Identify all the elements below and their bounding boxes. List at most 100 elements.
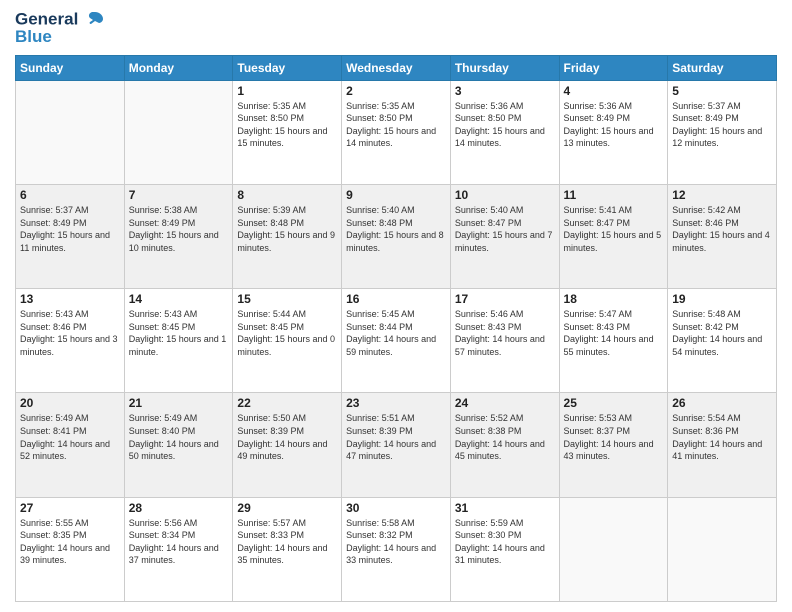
calendar-cell: 8Sunrise: 5:39 AMSunset: 8:48 PMDaylight… (233, 184, 342, 288)
cell-info: Sunrise: 5:52 AMSunset: 8:38 PMDaylight:… (455, 412, 555, 462)
calendar-cell: 18 Sunrise: 5:47 AMSunset: 8:43 PMDayligh… (559, 289, 668, 393)
day-number: 19 (672, 292, 772, 306)
day-number: 6 (20, 188, 120, 202)
calendar-header-monday: Monday (124, 55, 233, 80)
header: General Blue (15, 10, 777, 47)
day-number: 31 (455, 501, 555, 515)
day-number: 3 (455, 84, 555, 98)
cell-info: Sunrise: 5:47 AMSunset: 8:43 PMDaylight:… (564, 308, 664, 358)
calendar-cell: 10Sunrise: 5:40 AMSunset: 8:47 PMDayligh… (450, 184, 559, 288)
calendar-cell: 14 Sunrise: 5:43 AMSunset: 8:45 PMDayligh… (124, 289, 233, 393)
calendar-cell: 22 Sunrise: 5:50 AMSunset: 8:39 PMDayligh… (233, 393, 342, 497)
day-number: 28 (129, 501, 229, 515)
calendar-cell: 9 Sunrise: 5:40 AMSunset: 8:48 PMDaylight… (342, 184, 451, 288)
calendar-cell: 2 Sunrise: 5:35 AMSunset: 8:50 PMDaylight… (342, 80, 451, 184)
cell-info: Sunrise: 5:53 AMSunset: 8:37 PMDaylight:… (564, 412, 664, 462)
calendar-cell: 19 Sunrise: 5:48 AMSunset: 8:42 PMDayligh… (668, 289, 777, 393)
calendar-cell: 7Sunrise: 5:38 AMSunset: 8:49 PMDaylight… (124, 184, 233, 288)
calendar-header-tuesday: Tuesday (233, 55, 342, 80)
day-number: 5 (672, 84, 772, 98)
cell-info: Sunrise: 5:50 AMSunset: 8:39 PMDaylight:… (237, 412, 337, 462)
cell-info: Sunrise: 5:39 AMSunset: 8:48 PMDaylight:… (237, 204, 337, 254)
cell-info: Sunrise: 5:43 AMSunset: 8:46 PMDaylight:… (20, 308, 120, 358)
cell-info: Sunrise: 5:37 AMSunset: 8:49 PMDaylight:… (672, 100, 772, 150)
day-number: 2 (346, 84, 446, 98)
day-number: 18 (564, 292, 664, 306)
calendar-table: SundayMondayTuesdayWednesdayThursdayFrid… (15, 55, 777, 602)
cell-info: Sunrise: 5:51 AMSunset: 8:39 PMDaylight:… (346, 412, 446, 462)
calendar-header-sunday: Sunday (16, 55, 125, 80)
cell-info: Sunrise: 5:42 AMSunset: 8:46 PMDaylight:… (672, 204, 772, 254)
calendar-cell: 15 Sunrise: 5:44 AMSunset: 8:45 PMDayligh… (233, 289, 342, 393)
day-number: 21 (129, 396, 229, 410)
calendar-header-row: SundayMondayTuesdayWednesdayThursdayFrid… (16, 55, 777, 80)
day-number: 30 (346, 501, 446, 515)
day-number: 4 (564, 84, 664, 98)
calendar-cell: 29 Sunrise: 5:57 AMSunset: 8:33 PMDayligh… (233, 497, 342, 601)
calendar-week-row: 13 Sunrise: 5:43 AMSunset: 8:46 PMDayligh… (16, 289, 777, 393)
calendar-cell: 21 Sunrise: 5:49 AMSunset: 8:40 PMDayligh… (124, 393, 233, 497)
day-number: 1 (237, 84, 337, 98)
day-number: 22 (237, 396, 337, 410)
calendar-cell: 17 Sunrise: 5:46 AMSunset: 8:43 PMDayligh… (450, 289, 559, 393)
calendar-cell (124, 80, 233, 184)
logo-bird-icon (85, 10, 105, 30)
day-number: 15 (237, 292, 337, 306)
cell-info: Sunrise: 5:36 AMSunset: 8:50 PMDaylight:… (455, 100, 555, 150)
calendar-cell: 30 Sunrise: 5:58 AMSunset: 8:32 PMDayligh… (342, 497, 451, 601)
day-number: 29 (237, 501, 337, 515)
page: General Blue SundayMondayTuesdayWednesda… (0, 0, 792, 612)
calendar-header-friday: Friday (559, 55, 668, 80)
cell-info: Sunrise: 5:57 AMSunset: 8:33 PMDaylight:… (237, 517, 337, 567)
day-number: 13 (20, 292, 120, 306)
cell-info: Sunrise: 5:35 AMSunset: 8:50 PMDaylight:… (346, 100, 446, 150)
cell-info: Sunrise: 5:38 AMSunset: 8:49 PMDaylight:… (129, 204, 229, 254)
calendar-cell: 27Sunrise: 5:55 AMSunset: 8:35 PMDayligh… (16, 497, 125, 601)
day-number: 25 (564, 396, 664, 410)
cell-info: Sunrise: 5:49 AMSunset: 8:40 PMDaylight:… (129, 412, 229, 462)
cell-info: Sunrise: 5:58 AMSunset: 8:32 PMDaylight:… (346, 517, 446, 567)
cell-info: Sunrise: 5:44 AMSunset: 8:45 PMDaylight:… (237, 308, 337, 358)
day-number: 17 (455, 292, 555, 306)
calendar-header-saturday: Saturday (668, 55, 777, 80)
cell-info: Sunrise: 5:46 AMSunset: 8:43 PMDaylight:… (455, 308, 555, 358)
day-number: 9 (346, 188, 446, 202)
cell-info: Sunrise: 5:59 AMSunset: 8:30 PMDaylight:… (455, 517, 555, 567)
cell-info: Sunrise: 5:35 AMSunset: 8:50 PMDaylight:… (237, 100, 337, 150)
logo-blue-text: Blue (15, 28, 105, 47)
day-number: 12 (672, 188, 772, 202)
cell-info: Sunrise: 5:55 AMSunset: 8:35 PMDaylight:… (20, 517, 120, 567)
calendar-header-wednesday: Wednesday (342, 55, 451, 80)
logo: General Blue (15, 10, 105, 47)
cell-info: Sunrise: 5:40 AMSunset: 8:48 PMDaylight:… (346, 204, 446, 254)
day-number: 11 (564, 188, 664, 202)
day-number: 23 (346, 396, 446, 410)
cell-info: Sunrise: 5:54 AMSunset: 8:36 PMDaylight:… (672, 412, 772, 462)
cell-info: Sunrise: 5:37 AMSunset: 8:49 PMDaylight:… (20, 204, 120, 254)
cell-info: Sunrise: 5:43 AMSunset: 8:45 PMDaylight:… (129, 308, 229, 358)
day-number: 20 (20, 396, 120, 410)
calendar-cell: 23 Sunrise: 5:51 AMSunset: 8:39 PMDayligh… (342, 393, 451, 497)
calendar-cell (668, 497, 777, 601)
calendar-cell: 3 Sunrise: 5:36 AMSunset: 8:50 PMDaylight… (450, 80, 559, 184)
calendar-cell: 13 Sunrise: 5:43 AMSunset: 8:46 PMDayligh… (16, 289, 125, 393)
day-number: 14 (129, 292, 229, 306)
calendar-week-row: 6 Sunrise: 5:37 AMSunset: 8:49 PMDaylight… (16, 184, 777, 288)
cell-info: Sunrise: 5:49 AMSunset: 8:41 PMDaylight:… (20, 412, 120, 462)
calendar-cell: 12 Sunrise: 5:42 AMSunset: 8:46 PMDayligh… (668, 184, 777, 288)
cell-info: Sunrise: 5:36 AMSunset: 8:49 PMDaylight:… (564, 100, 664, 150)
calendar-cell: 26 Sunrise: 5:54 AMSunset: 8:36 PMDayligh… (668, 393, 777, 497)
calendar-cell: 6 Sunrise: 5:37 AMSunset: 8:49 PMDaylight… (16, 184, 125, 288)
calendar-week-row: 20 Sunrise: 5:49 AMSunset: 8:41 PMDayligh… (16, 393, 777, 497)
calendar-cell: 4 Sunrise: 5:36 AMSunset: 8:49 PMDaylight… (559, 80, 668, 184)
calendar-cell (559, 497, 668, 601)
day-number: 26 (672, 396, 772, 410)
cell-info: Sunrise: 5:56 AMSunset: 8:34 PMDaylight:… (129, 517, 229, 567)
calendar-cell (16, 80, 125, 184)
calendar-cell: 31 Sunrise: 5:59 AMSunset: 8:30 PMDayligh… (450, 497, 559, 601)
cell-info: Sunrise: 5:48 AMSunset: 8:42 PMDaylight:… (672, 308, 772, 358)
calendar-cell: 20 Sunrise: 5:49 AMSunset: 8:41 PMDayligh… (16, 393, 125, 497)
calendar-cell: 11Sunrise: 5:41 AMSunset: 8:47 PMDayligh… (559, 184, 668, 288)
calendar-cell: 1 Sunrise: 5:35 AMSunset: 8:50 PMDaylight… (233, 80, 342, 184)
calendar-cell: 24Sunrise: 5:52 AMSunset: 8:38 PMDayligh… (450, 393, 559, 497)
